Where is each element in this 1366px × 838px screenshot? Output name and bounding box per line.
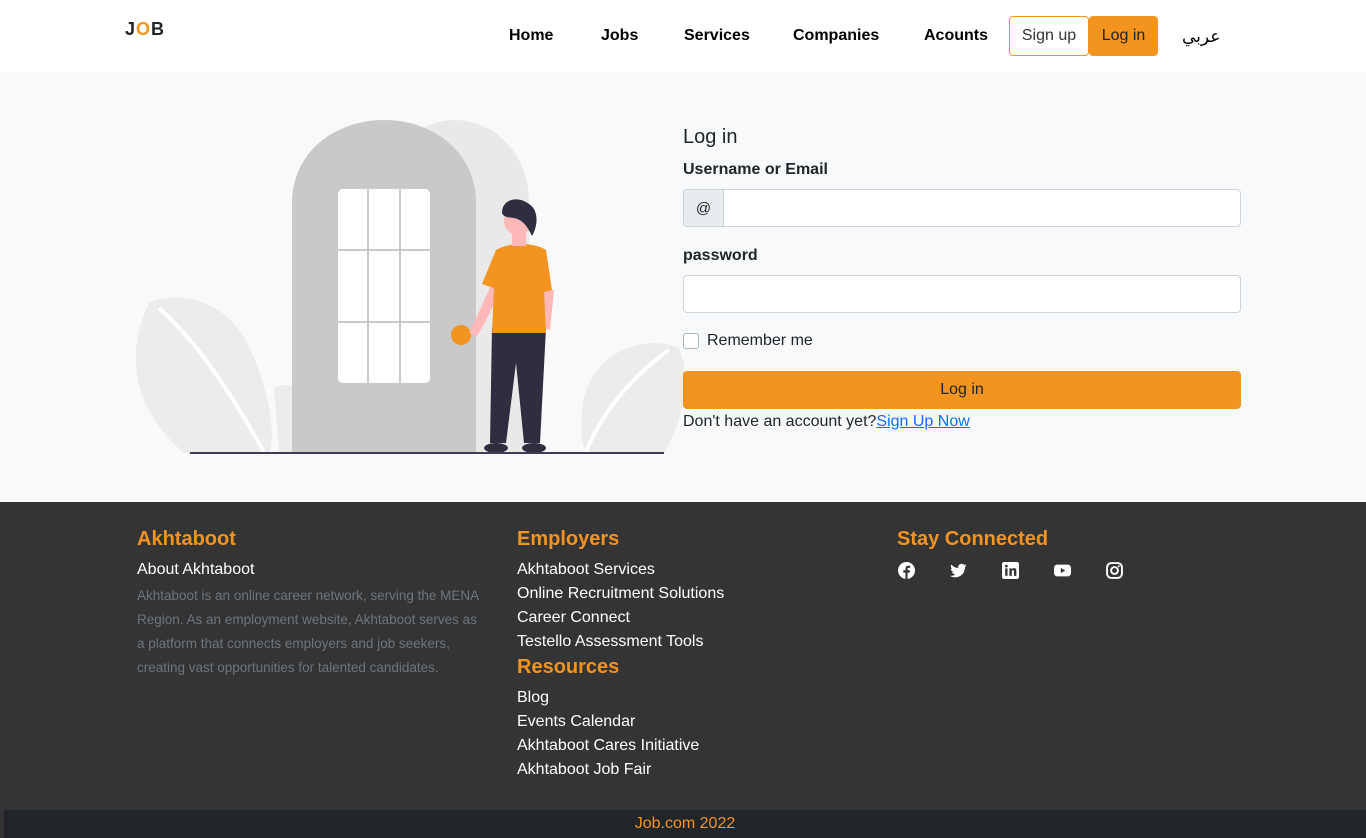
brand-letter-o: O <box>136 19 152 39</box>
username-input[interactable] <box>723 189 1241 227</box>
footer: Akhtaboot About Akhtaboot Akhtaboot is a… <box>0 502 1366 838</box>
nav-link-companies[interactable]: Companies <box>793 27 879 45</box>
social-icons <box>897 561 1157 579</box>
nav-link-accounts[interactable]: Acounts <box>924 27 988 45</box>
nav-link-jobs[interactable]: Jobs <box>601 27 638 45</box>
brand-logo[interactable]: JOB <box>125 19 165 40</box>
signup-button[interactable]: Sign up <box>1009 16 1089 56</box>
login-submit-button[interactable]: Log in <box>683 371 1241 409</box>
youtube-icon[interactable] <box>1053 561 1071 579</box>
no-account-text: Don't have an account yet? <box>683 413 877 430</box>
footer-link-cares-initiative[interactable]: Akhtaboot Cares Initiative <box>517 737 699 755</box>
footer-about-heading: Akhtaboot <box>137 528 236 550</box>
footer-link-akhtaboot-services[interactable]: Akhtaboot Services <box>517 561 655 579</box>
facebook-icon[interactable] <box>897 561 915 579</box>
twitter-icon[interactable] <box>949 561 967 579</box>
copyright-text: Job.com 2022 <box>634 815 736 832</box>
instagram-icon[interactable] <box>1105 561 1123 579</box>
footer-resources-heading: Resources <box>517 656 620 678</box>
login-nav-button[interactable]: Log in <box>1089 16 1158 56</box>
password-label: password <box>683 247 758 264</box>
remember-me-row: Remember me <box>683 332 813 350</box>
footer-about-text: Akhtaboot is an online career network, s… <box>137 588 479 675</box>
password-input[interactable] <box>683 275 1241 313</box>
brand-letter-b: B <box>151 19 166 39</box>
footer-link-events-calendar[interactable]: Events Calendar <box>517 713 635 731</box>
footer-about-column: Akhtaboot About Akhtaboot Akhtaboot is a… <box>137 502 487 802</box>
plant-leaf-right <box>581 343 684 453</box>
footer-employers-heading: Employers <box>517 528 620 550</box>
footer-link-career-connect[interactable]: Career Connect <box>517 609 630 627</box>
copyright-bar: Job.com 2022 <box>4 810 1366 838</box>
footer-link-testello[interactable]: Testello Assessment Tools <box>517 633 703 651</box>
linkedin-icon[interactable] <box>1001 561 1019 579</box>
login-title: Log in <box>683 126 738 148</box>
nav-link-home[interactable]: Home <box>509 27 553 45</box>
door-knob <box>451 325 471 345</box>
username-label: Username or Email <box>683 161 828 178</box>
door-window <box>338 189 430 383</box>
footer-link-online-recruitment[interactable]: Online Recruitment Solutions <box>517 585 724 603</box>
brand-letter-j: J <box>125 19 137 39</box>
remember-me-label: Remember me <box>707 332 813 349</box>
nav-link-services[interactable]: Services <box>684 27 750 45</box>
at-sign-addon: @ <box>683 189 723 227</box>
signup-prompt: Don't have an account yet?Sign Up Now <box>683 413 970 431</box>
footer-link-job-fair[interactable]: Akhtaboot Job Fair <box>517 761 651 779</box>
signup-now-link[interactable]: Sign Up Now <box>876 413 969 430</box>
username-input-group: @ <box>683 189 1241 227</box>
footer-employers-column: Employers Akhtaboot Services Online Recr… <box>517 502 867 802</box>
language-toggle-link[interactable]: عربي <box>1182 27 1220 47</box>
footer-social-heading: Stay Connected <box>897 528 1049 550</box>
door-illustration <box>135 120 684 454</box>
navbar: JOB Home Jobs Services Companies Acounts… <box>0 0 1366 72</box>
footer-about-link[interactable]: About Akhtaboot <box>137 561 254 579</box>
remember-me-checkbox[interactable] <box>683 333 699 349</box>
footer-social-column: Stay Connected <box>897 502 1247 602</box>
footer-link-blog[interactable]: Blog <box>517 689 549 707</box>
